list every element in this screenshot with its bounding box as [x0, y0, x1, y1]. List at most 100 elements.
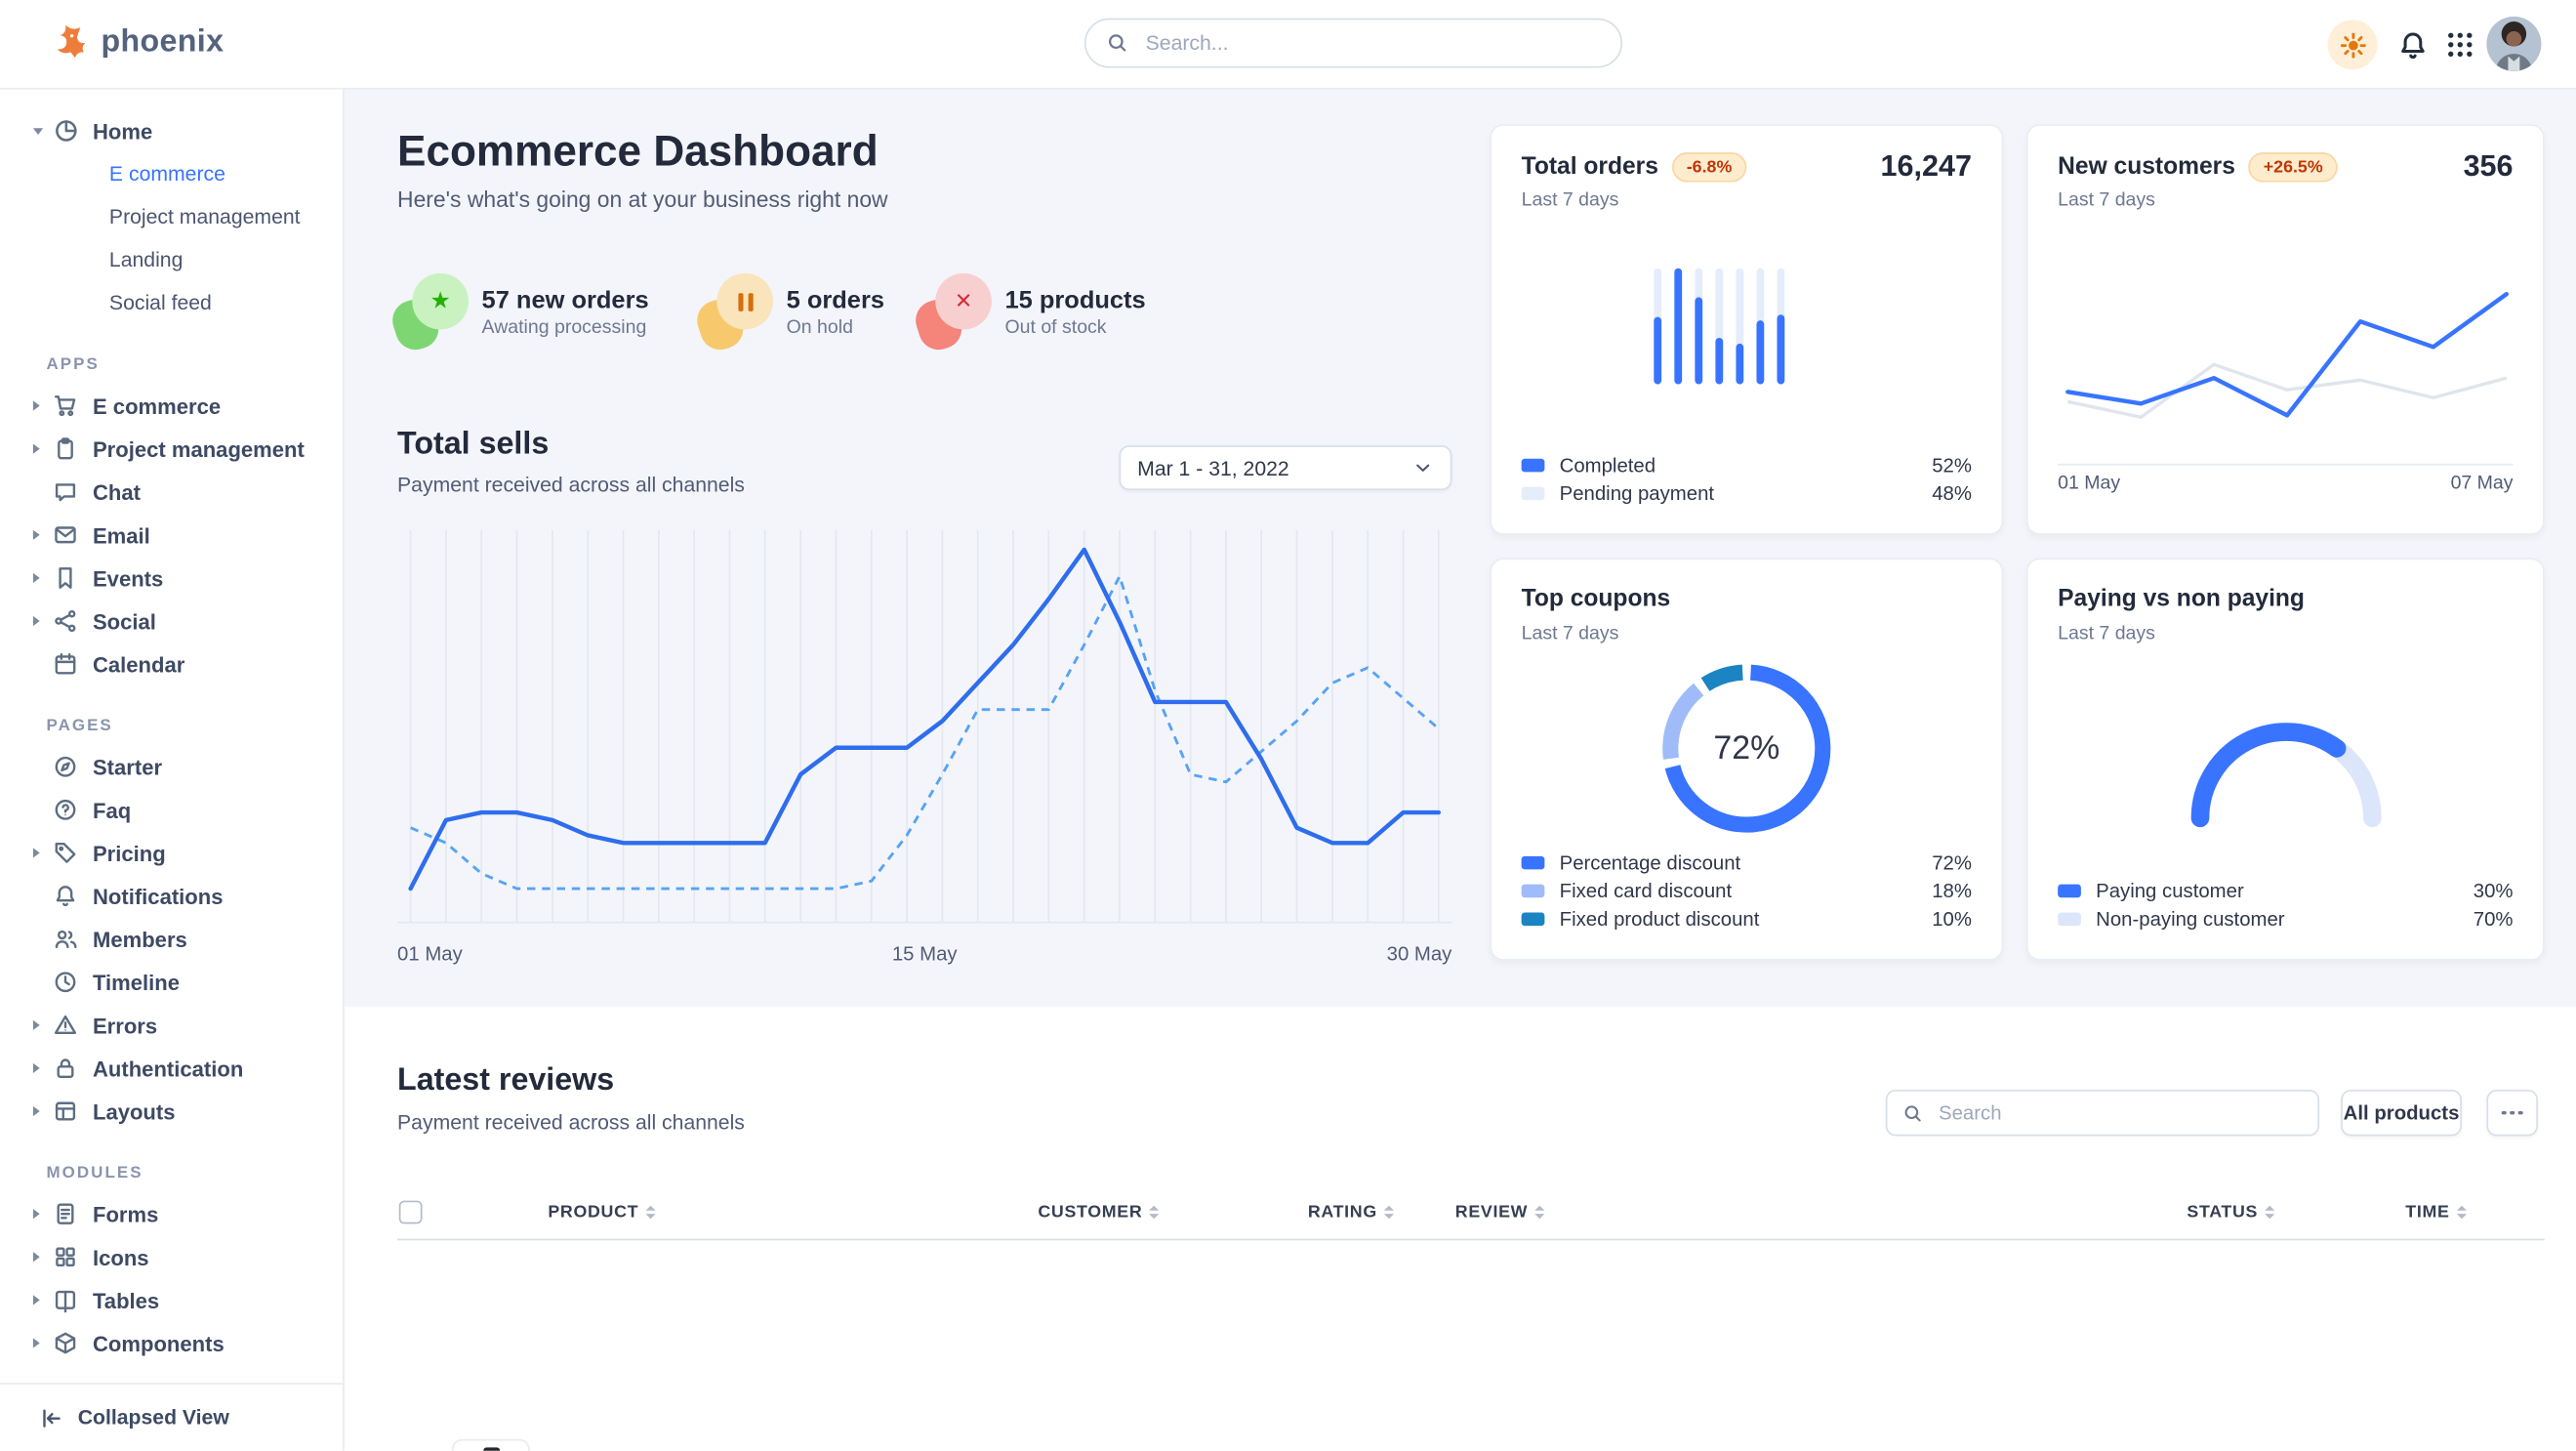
global-search[interactable] — [1084, 19, 1622, 68]
theme-toggle-button[interactable] — [2328, 20, 2378, 69]
sidebar-section-apps: APPS — [0, 345, 343, 385]
stat-caption: Out of stock — [1004, 317, 1145, 337]
caret-right-icon — [33, 573, 40, 583]
sidebar-item-chat[interactable]: Chat — [0, 471, 343, 514]
column-header-customer[interactable]: CUSTOMER — [1038, 1202, 1159, 1222]
sidebar-item-tables[interactable]: Tables — [0, 1278, 343, 1321]
column-header-time[interactable]: TIME — [2405, 1202, 2466, 1222]
pie-chart-icon — [53, 117, 79, 144]
legend-value: 72% — [1932, 850, 1972, 874]
all-products-button[interactable]: All products — [2341, 1090, 2462, 1136]
reviews-table: PRODUCTCUSTOMERRATINGREVIEWSTATUSTIMERFi… — [397, 1196, 2545, 1236]
legend-swatch — [2058, 912, 2081, 926]
stat-on-hold: 5 orders On hold — [702, 273, 884, 350]
select-all-checkbox[interactable] — [399, 1201, 423, 1224]
search-icon — [1902, 1102, 1924, 1124]
legend-swatch — [1522, 458, 1545, 472]
legend-label: Pending payment — [1560, 481, 1933, 505]
stat-caption: Awating processing — [482, 317, 649, 337]
stat-value: 57 new orders — [482, 286, 649, 314]
stat-awating-processing: ★ 57 new orders Awating processing — [397, 273, 649, 350]
paying-card: Paying vs non paying Last 7 days Paying … — [2026, 559, 2545, 961]
date-range-value: Mar 1 - 31, 2022 — [1137, 456, 1412, 479]
compass-icon — [53, 755, 77, 779]
sidebar-item-faq[interactable]: Faq — [0, 788, 343, 831]
top-coupons-card: Top coupons Last 7 days 72% Percentage d… — [1490, 559, 2003, 961]
x-tick-label: 07 May — [2451, 474, 2514, 493]
card-title: Total orders — [1522, 154, 1658, 181]
sidebar-item-social[interactable]: Social — [0, 600, 343, 643]
sidebar-item-icons[interactable]: Icons — [0, 1235, 343, 1278]
new-customers-x-labels: 01 May07 May — [2058, 474, 2513, 493]
x-tick-label: 15 May — [892, 942, 958, 966]
date-range-select[interactable]: Mar 1 - 31, 2022 — [1120, 445, 1452, 490]
sidebar-item-social-feed[interactable]: Social feed — [0, 281, 343, 324]
caret-right-icon — [33, 1020, 40, 1030]
reviews-subtitle: Payment received across all channels — [397, 1111, 745, 1135]
orders-bar-chart — [1651, 265, 1789, 395]
legend-label: Percentage discount — [1560, 850, 1933, 874]
caret-down-icon — [33, 128, 43, 135]
column-header-rating[interactable]: RATING — [1308, 1202, 1394, 1222]
sidebar-item-home[interactable]: Home — [0, 109, 343, 152]
sidebar-item-layouts[interactable]: Layouts — [0, 1090, 343, 1133]
warning-triangle-icon — [53, 1013, 77, 1037]
reviews-search[interactable] — [1886, 1090, 2319, 1136]
header-divider — [397, 1239, 2545, 1241]
sidebar-item-pricing[interactable]: Pricing — [0, 831, 343, 874]
sidebar-item-email[interactable]: Email — [0, 514, 343, 557]
reviews-more-button[interactable] — [2486, 1090, 2538, 1136]
sidebar-item-e-commerce[interactable]: E commerce — [0, 152, 343, 195]
brand-logo[interactable]: phoenix — [45, 20, 225, 64]
legend-row: Paying customer 30% — [2058, 876, 2513, 904]
sidebar-item-project-management[interactable]: Project management — [0, 428, 343, 471]
sidebar-item-events[interactable]: Events — [0, 557, 343, 600]
stat-icon — [702, 273, 775, 350]
legend-row: Percentage discount 72% — [1522, 848, 1972, 876]
sidebar-item-project-management[interactable]: Project management — [0, 195, 343, 238]
legend-value: 10% — [1932, 907, 1972, 931]
legend-swatch — [1522, 912, 1545, 926]
avatar-photo — [2486, 17, 2541, 71]
column-header-status[interactable]: STATUS — [2187, 1202, 2274, 1222]
sidebar-item-e-commerce[interactable]: E commerce — [0, 384, 343, 427]
x-tick-label: 30 May — [1387, 942, 1452, 966]
star-icon: ★ — [429, 288, 450, 314]
sidebar-item-errors[interactable]: Errors — [0, 1004, 343, 1047]
reviews-search-input[interactable] — [1936, 1099, 2304, 1126]
apps-menu-button[interactable] — [2442, 26, 2478, 62]
column-header-review[interactable]: REVIEW — [1455, 1202, 1544, 1222]
collapse-sidebar-button[interactable]: Collapsed View — [0, 1383, 343, 1451]
shopping-cart-icon — [53, 394, 77, 418]
sidebar-item-landing[interactable]: Landing — [0, 238, 343, 281]
caret-right-icon — [33, 1106, 40, 1116]
coupons-donut-chart: 72% — [1648, 649, 1847, 849]
legend-label: Non-paying customer — [2096, 907, 2474, 931]
apps-grid-icon — [2445, 30, 2475, 61]
card-period: Last 7 days — [2058, 624, 2155, 643]
stat-icon: ✕ — [920, 273, 994, 350]
legend-label: Completed — [1560, 453, 1933, 477]
bell-icon — [53, 884, 77, 908]
sidebar-item-notifications[interactable]: Notifications — [0, 874, 343, 917]
column-header-product[interactable]: PRODUCT — [548, 1202, 655, 1222]
sidebar-item-starter[interactable]: Starter — [0, 745, 343, 788]
sidebar-item-timeline[interactable]: Timeline — [0, 961, 343, 1004]
legend-swatch — [1522, 884, 1545, 897]
bell-icon — [2396, 29, 2428, 61]
user-avatar[interactable] — [2486, 17, 2541, 71]
legend-value: 48% — [1932, 481, 1972, 505]
notifications-button[interactable] — [2392, 24, 2433, 64]
sidebar-item-components[interactable]: Components — [0, 1321, 343, 1364]
sidebar-item-forms[interactable]: Forms — [0, 1192, 343, 1235]
dashboard-hero-section: Ecommerce Dashboard Here's what's going … — [343, 88, 2576, 1009]
sidebar-item-calendar[interactable]: Calendar — [0, 643, 343, 685]
table-icon — [53, 1288, 77, 1312]
global-search-input[interactable] — [1142, 30, 1601, 57]
share-icon — [53, 608, 77, 633]
legend-value: 52% — [1932, 453, 1972, 477]
top-navbar: phoenix — [0, 0, 2576, 90]
sidebar-item-authentication[interactable]: Authentication — [0, 1047, 343, 1090]
envelope-icon — [53, 522, 77, 547]
sidebar-item-members[interactable]: Members — [0, 918, 343, 961]
